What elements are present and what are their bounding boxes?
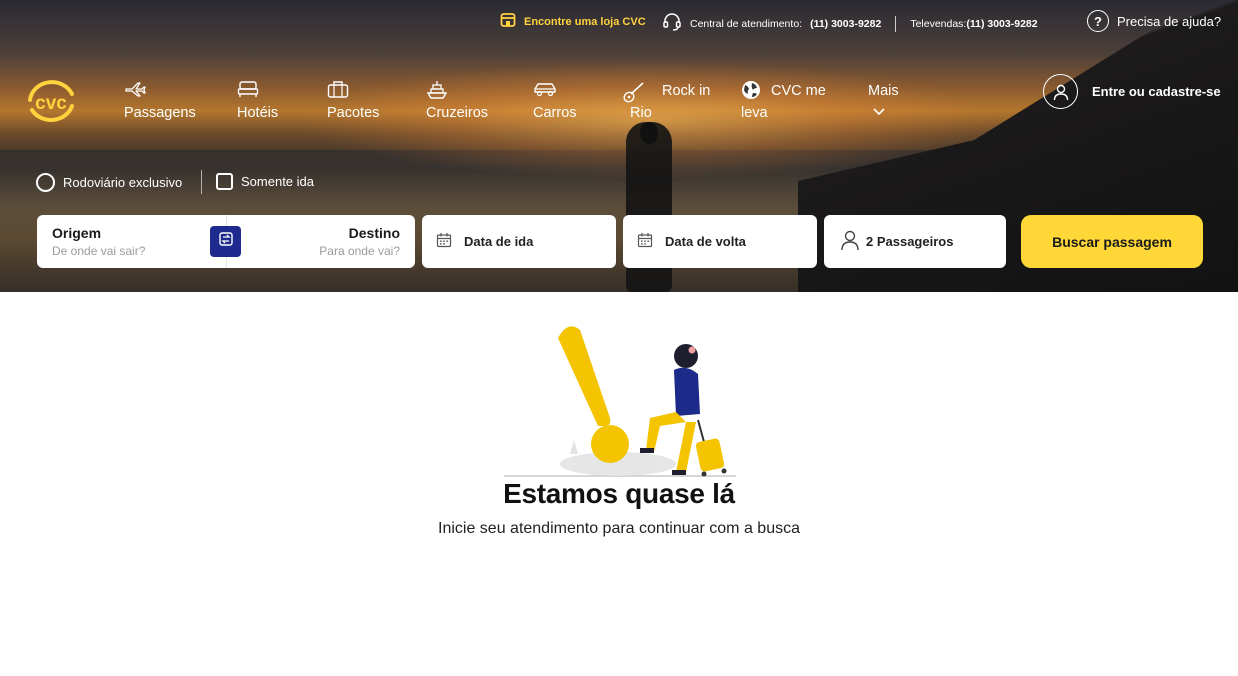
person-head	[640, 122, 658, 144]
passengers-field[interactable]: 2 Passageiros	[824, 215, 1006, 268]
nav-label: Hotéis	[237, 105, 279, 121]
nav-label: Cruzeiros	[426, 105, 489, 121]
depart-date-label: Data de ida	[464, 234, 534, 249]
somente-ida-label: Somente ida	[241, 174, 314, 189]
ship-icon	[426, 80, 488, 102]
checkbox[interactable]	[216, 173, 233, 190]
nav-label-line2: leva	[741, 105, 768, 121]
calendar-icon	[637, 232, 653, 251]
nav-label: Passagens	[124, 105, 196, 121]
origin-label: Origem	[52, 225, 102, 241]
support-phone[interactable]: (11) 3003-9282	[810, 18, 881, 30]
nav-hoteis[interactable]: Hotéis	[237, 80, 278, 124]
nav-carros[interactable]: Carros	[533, 80, 577, 124]
chevron-down-icon	[872, 102, 899, 124]
headset-icon	[662, 12, 682, 35]
passengers-label: 2 Passageiros	[866, 234, 954, 249]
topbar: Encontre uma loja CVC Central de atendim…	[0, 10, 1238, 34]
option-divider	[201, 170, 202, 194]
divider	[895, 15, 897, 32]
page-subtitle: Inicie seu atendimento para continuar co…	[438, 520, 800, 537]
nav-label-line1: CVC me	[771, 83, 826, 99]
help-link[interactable]: ? Precisa de ajuda?	[1087, 10, 1221, 32]
store-locator-label: Encontre uma loja CVC	[524, 15, 646, 28]
return-date-field[interactable]: Data de volta	[623, 215, 817, 268]
nav-cvc-me-leva[interactable]: CVC me leva	[741, 80, 826, 124]
cvc-logo[interactable]: cvc	[24, 78, 78, 126]
store-icon	[500, 12, 516, 31]
televendas-label: Televendas:	[910, 17, 967, 30]
support-label: Central de atendimento:	[690, 17, 803, 30]
search-button[interactable]: Buscar passagem	[1021, 215, 1203, 268]
car-icon	[533, 80, 577, 102]
depart-date-field[interactable]: Data de ida	[422, 215, 616, 268]
store-locator-link[interactable]: Encontre uma loja CVC	[500, 12, 646, 31]
radio-button[interactable]	[36, 173, 55, 192]
swap-icon	[217, 230, 235, 253]
nav-pacotes[interactable]: Pacotes	[327, 80, 379, 124]
globe-icon	[741, 80, 761, 102]
destination-label: Destino	[348, 225, 400, 241]
help-label: Precisa de ajuda?	[1117, 13, 1222, 29]
return-date-label: Data de volta	[665, 234, 746, 249]
suitcase-icon	[327, 80, 379, 102]
support-info: Central de atendimento: (11) 3003-9282 T…	[662, 12, 1038, 35]
account-label: Entre ou cadastre-se	[1092, 84, 1221, 99]
rodoviario-radio[interactable]: Rodoviário exclusivo	[36, 173, 182, 192]
logo-text: cvc	[35, 93, 67, 114]
origin-placeholder: De onde vai sair?	[52, 244, 146, 258]
origin-destination-field: Origem De onde vai sair? Destino Para on…	[37, 215, 415, 268]
destination-placeholder: Para onde vai?	[319, 244, 400, 258]
user-icon	[840, 229, 860, 254]
swap-button[interactable]	[210, 226, 241, 257]
nav-passagens[interactable]: Passagens	[124, 80, 196, 124]
nav-cruzeiros[interactable]: Cruzeiros	[426, 80, 488, 124]
nav-label: Carros	[533, 105, 577, 121]
destination-input[interactable]: Destino Para onde vai?	[226, 215, 415, 268]
nav-label-line2: Rio	[630, 105, 652, 121]
guitar-icon	[622, 80, 646, 103]
nav-rock-in-rio[interactable]: Rock in Rio	[622, 80, 710, 124]
account-login[interactable]: Entre ou cadastre-se	[1043, 74, 1221, 109]
nav-label: Mais	[868, 83, 899, 99]
nav-label: Pacotes	[327, 105, 380, 121]
user-icon	[1043, 74, 1078, 109]
plane-icon	[124, 80, 196, 102]
origin-input[interactable]: Origem De onde vai sair?	[37, 215, 226, 268]
calendar-icon	[436, 232, 452, 251]
hero-banner: Encontre uma loja CVC Central de atendim…	[0, 0, 1238, 292]
page-title: Estamos quase lá	[503, 478, 735, 509]
nav-label-line1: Rock in	[662, 83, 711, 99]
almost-there-illustration	[500, 322, 740, 482]
question-icon: ?	[1087, 10, 1109, 32]
bed-icon	[237, 80, 278, 102]
rodoviario-label: Rodoviário exclusivo	[63, 175, 183, 190]
somente-ida-checkbox[interactable]: Somente ida	[216, 173, 314, 190]
nav-mais[interactable]: Mais	[868, 80, 899, 124]
televendas-phone[interactable]: (11) 3003-9282	[966, 18, 1037, 30]
